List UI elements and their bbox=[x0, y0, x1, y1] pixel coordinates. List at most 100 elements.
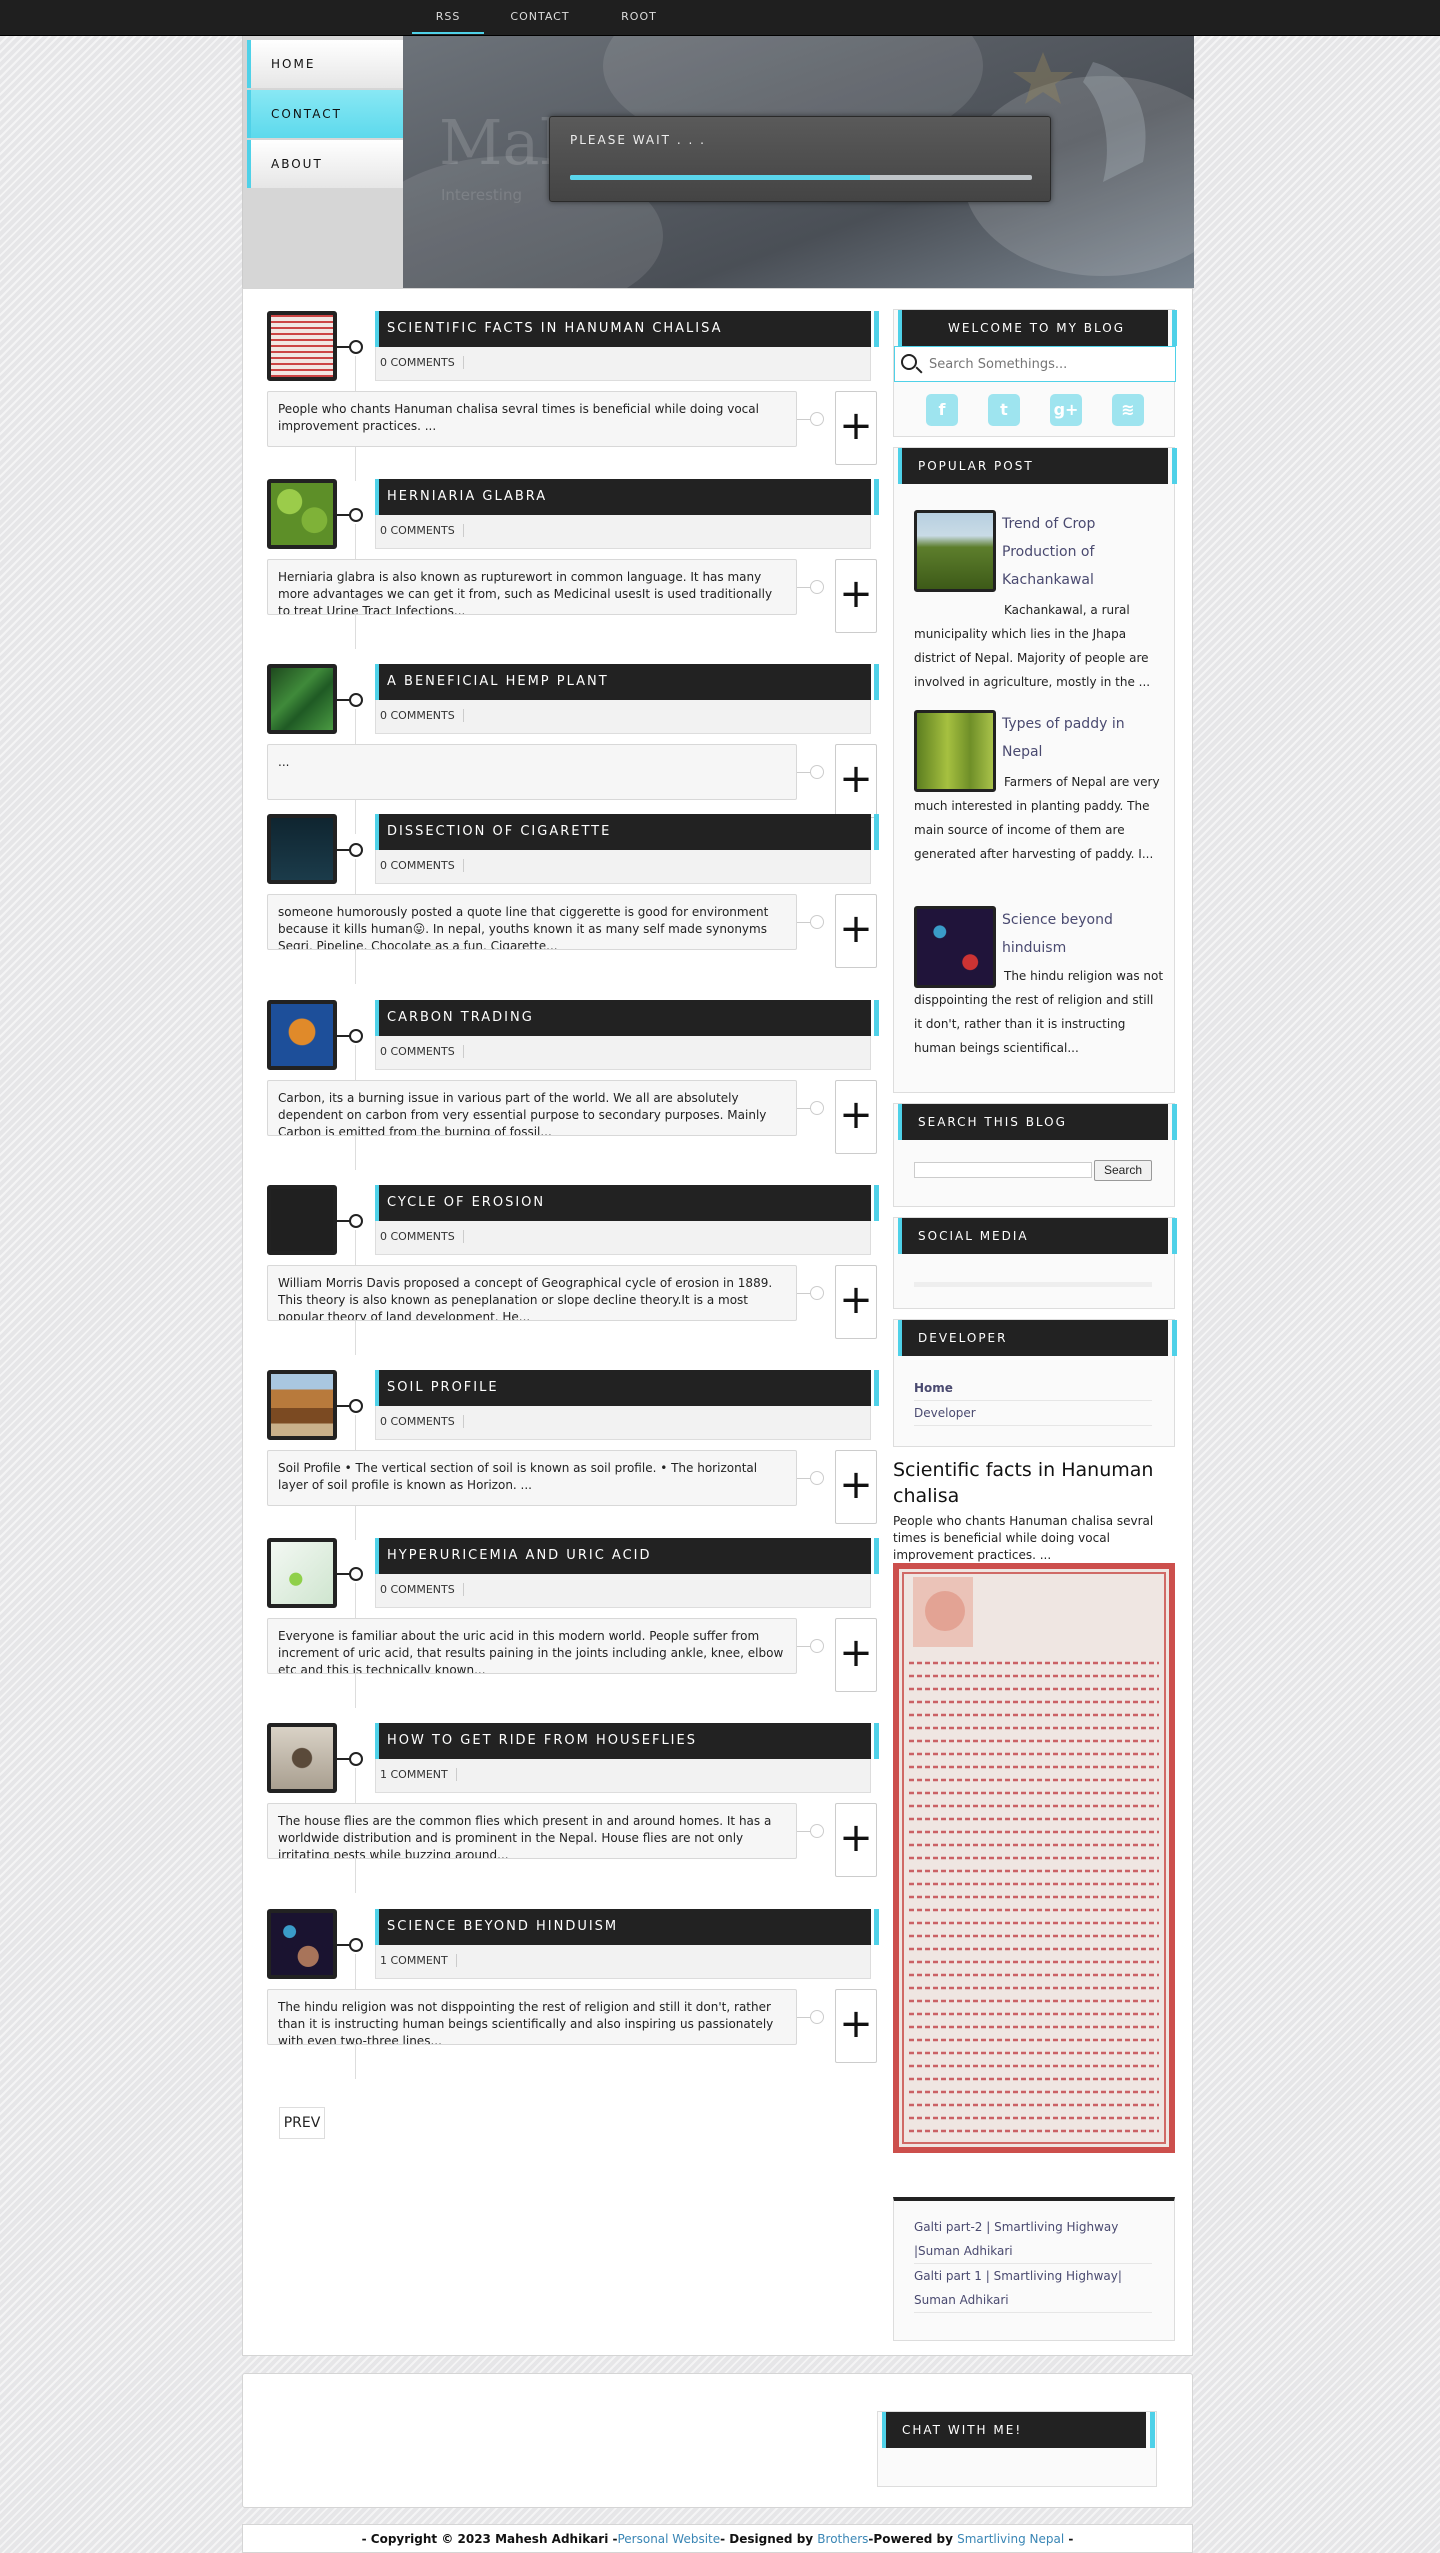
video-link[interactable]: Galti part-2 | Smartliving Highway |Suma… bbox=[914, 2215, 1152, 2264]
rss-icon[interactable]: ≋ bbox=[1112, 394, 1144, 426]
timeline-node bbox=[349, 693, 363, 707]
google-plus-icon[interactable]: g+ bbox=[1050, 394, 1082, 426]
read-more-button[interactable]: + bbox=[835, 1803, 877, 1877]
read-more-button[interactable]: + bbox=[835, 894, 877, 968]
developer-title: DEVELOPER bbox=[918, 1331, 1008, 1345]
smartliving-nepal-link[interactable]: Smartliving Nepal bbox=[957, 2532, 1064, 2546]
comment-count[interactable]: 0 COMMENTS bbox=[380, 709, 464, 722]
post-thumbnail[interactable] bbox=[267, 1370, 337, 1440]
read-more-button[interactable]: + bbox=[835, 391, 877, 465]
post-meta: 0 COMMENTS bbox=[375, 700, 871, 734]
post-excerpt: Herniaria glabra is also known as ruptur… bbox=[267, 559, 797, 615]
popular-item-excerpt: Farmers of Nepal are very much intereste… bbox=[914, 775, 1160, 861]
excerpt-connector bbox=[797, 587, 811, 588]
nav-home[interactable]: HOME bbox=[247, 40, 403, 88]
post-title-bar: SCIENCE BEYOND HINDUISM bbox=[375, 1909, 879, 1945]
timeline-node bbox=[349, 1938, 363, 1952]
post-title[interactable]: DISSECTION OF CIGARETTE bbox=[387, 824, 611, 839]
read-more-button[interactable]: + bbox=[835, 1080, 877, 1154]
post-title[interactable]: HOW TO GET RIDE FROM HOUSEFLIES bbox=[387, 1733, 697, 1748]
post-item: DISSECTION OF CIGARETTE 0 COMMENTS someone… bbox=[267, 814, 881, 989]
post-meta: 0 COMMENTS bbox=[375, 1036, 871, 1070]
post-thumbnail[interactable] bbox=[267, 1538, 337, 1608]
popular-item-title[interactable]: Trend of Crop Production of Kachankawal bbox=[1002, 510, 1162, 594]
excerpt-node bbox=[810, 765, 824, 779]
excerpt-node bbox=[810, 1286, 824, 1300]
chat-widget: CHAT WITH ME! bbox=[877, 2411, 1157, 2487]
read-more-button[interactable]: + bbox=[835, 559, 877, 633]
post-title[interactable]: HERNIARIA GLABRA bbox=[387, 489, 547, 504]
post-title[interactable]: HYPERURICEMIA AND URIC ACID bbox=[387, 1548, 652, 1563]
developer-link-developer[interactable]: Developer bbox=[914, 1401, 1152, 1426]
post-thumbnail[interactable] bbox=[267, 1723, 337, 1793]
timeline-node bbox=[349, 1214, 363, 1228]
read-more-button[interactable]: + bbox=[835, 744, 877, 818]
comment-count[interactable]: 0 COMMENTS bbox=[380, 859, 464, 872]
personal-website-link[interactable]: Personal Website bbox=[617, 2532, 720, 2546]
timeline-node bbox=[349, 1029, 363, 1043]
comment-count[interactable]: 1 COMMENT bbox=[380, 1954, 457, 1967]
post-meta: 0 COMMENTS bbox=[375, 1406, 871, 1440]
featured-post-title[interactable]: Scientific facts in Hanuman chalisa bbox=[893, 1457, 1175, 1509]
prev-button[interactable]: PREV bbox=[279, 2107, 325, 2139]
search-icon[interactable] bbox=[901, 354, 917, 370]
post-title-bar: CYCLE OF EROSION bbox=[375, 1185, 879, 1221]
post-title[interactable]: SCIENTIFIC FACTS IN HANUMAN CHALISA bbox=[387, 321, 723, 336]
excerpt-connector bbox=[797, 2017, 811, 2018]
comment-count[interactable]: 0 COMMENTS bbox=[380, 524, 464, 537]
post-title[interactable]: CYCLE OF EROSION bbox=[387, 1195, 545, 1210]
video-link[interactable]: Galti part 1 | Smartliving Highway| Suma… bbox=[914, 2264, 1152, 2313]
comment-count[interactable]: 0 COMMENTS bbox=[380, 1230, 464, 1243]
blog-search-button[interactable]: Search bbox=[1094, 1160, 1152, 1181]
top-nav-contact[interactable]: CONTACT bbox=[502, 0, 578, 34]
comment-count[interactable]: 0 COMMENTS bbox=[380, 1583, 464, 1596]
comment-count[interactable]: 0 COMMENTS bbox=[380, 1415, 464, 1428]
popular-item-excerpt: The hindu religion was not disppointing … bbox=[914, 969, 1164, 1055]
post-title[interactable]: A BENEFICIAL HEMP PLANT bbox=[387, 674, 609, 689]
timeline-node bbox=[349, 1752, 363, 1766]
banner-subtitle: Interesting bbox=[441, 186, 522, 204]
facebook-icon[interactable]: f bbox=[926, 394, 958, 426]
top-nav-rss[interactable]: RSS bbox=[412, 0, 484, 34]
post-title-bar: HOW TO GET RIDE FROM HOUSEFLIES bbox=[375, 1723, 879, 1759]
developer-link-home[interactable]: Home bbox=[914, 1376, 1152, 1401]
blog-search-input[interactable] bbox=[914, 1162, 1092, 1178]
post-title[interactable]: SCIENCE BEYOND HINDUISM bbox=[387, 1919, 618, 1934]
featured-post-excerpt: People who chants Hanuman chalisa sevral… bbox=[893, 1514, 1154, 1562]
comment-count[interactable]: 1 COMMENT bbox=[380, 1768, 457, 1781]
post-thumbnail[interactable] bbox=[267, 814, 337, 884]
brothers-link[interactable]: Brothers bbox=[817, 2532, 868, 2546]
nav-contact[interactable]: CONTACT bbox=[247, 90, 403, 138]
post-thumbnail[interactable] bbox=[267, 311, 337, 381]
post-excerpt: someone humorously posted a quote line t… bbox=[267, 894, 797, 950]
post-meta: 0 COMMENTS bbox=[375, 347, 871, 381]
popular-item-title[interactable]: Types of paddy in Nepal bbox=[1002, 710, 1162, 766]
search-blog-widget: SEARCH THIS BLOG Search bbox=[893, 1103, 1177, 1207]
excerpt-connector bbox=[797, 1478, 811, 1479]
excerpt-node bbox=[810, 1101, 824, 1115]
post-item: CYCLE OF EROSION 0 COMMENTS William Morris… bbox=[267, 1185, 881, 1360]
post-excerpt: Soil Profile • The vertical section of s… bbox=[267, 1450, 797, 1506]
top-nav-root[interactable]: ROOT bbox=[604, 0, 674, 34]
nav-about[interactable]: ABOUT bbox=[247, 140, 403, 188]
post-thumbnail[interactable] bbox=[267, 664, 337, 734]
hanuman-chalisa-image[interactable] bbox=[893, 1563, 1175, 2153]
post-thumbnail[interactable] bbox=[267, 1185, 337, 1255]
read-more-button[interactable]: + bbox=[835, 1265, 877, 1339]
post-excerpt: The hindu religion was not disppointing … bbox=[267, 1989, 797, 2045]
search-input[interactable] bbox=[929, 354, 1159, 374]
popular-item-title[interactable]: Science beyond hinduism bbox=[1002, 906, 1162, 962]
widget-header: DEVELOPER bbox=[898, 1320, 1177, 1356]
post-title[interactable]: CARBON TRADING bbox=[387, 1010, 534, 1025]
post-thumbnail[interactable] bbox=[267, 1909, 337, 1979]
popular-thumbnail[interactable] bbox=[914, 510, 996, 592]
post-title[interactable]: SOIL PROFILE bbox=[387, 1380, 499, 1395]
twitter-icon[interactable]: t bbox=[988, 394, 1020, 426]
comment-count[interactable]: 0 COMMENTS bbox=[380, 1045, 464, 1058]
read-more-button[interactable]: + bbox=[835, 1618, 877, 1692]
post-thumbnail[interactable] bbox=[267, 1000, 337, 1070]
comment-count[interactable]: 0 COMMENTS bbox=[380, 356, 464, 369]
read-more-button[interactable]: + bbox=[835, 1989, 877, 2063]
post-thumbnail[interactable] bbox=[267, 479, 337, 549]
read-more-button[interactable]: + bbox=[835, 1450, 877, 1524]
